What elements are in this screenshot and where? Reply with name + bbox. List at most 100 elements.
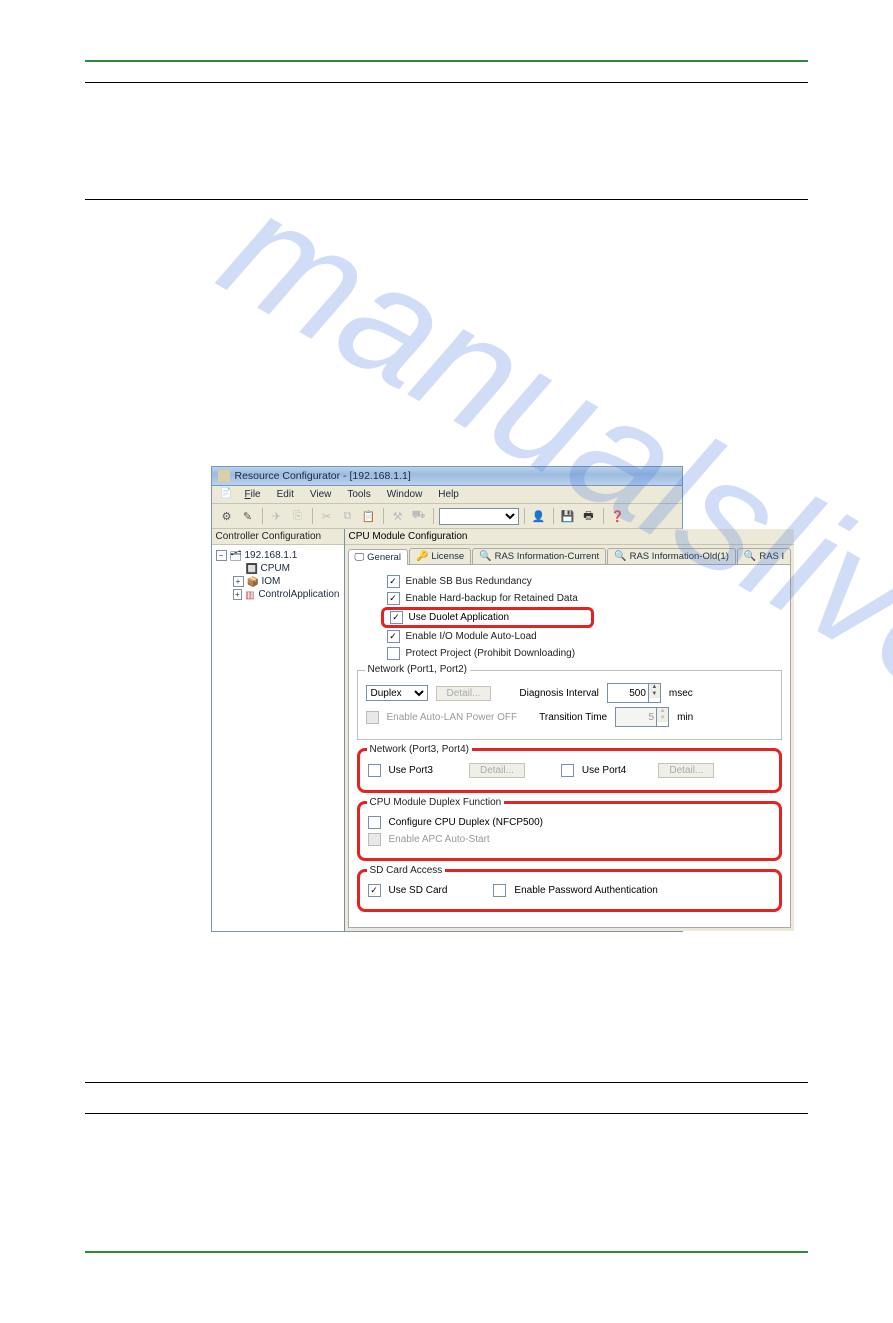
toolbar-sep-2 bbox=[312, 508, 313, 524]
tab-ras-current-label: RAS Information-Current bbox=[495, 551, 600, 562]
right-pane-title: CPU Module Configuration bbox=[345, 529, 795, 545]
doc-icon: 📄 bbox=[220, 488, 232, 500]
chk-apc-autostart bbox=[368, 833, 381, 846]
workarea: Controller Configuration − 🗂 192.168.1.1… bbox=[212, 529, 682, 931]
lbl-enable-io-autoload: Enable I/O Module Auto-Load bbox=[406, 631, 537, 642]
print-icon[interactable]: 🖶 bbox=[580, 507, 598, 525]
lbl-configure-cpu-duplex: Configure CPU Duplex (NFCP500) bbox=[389, 817, 544, 828]
lbl-protect-project: Protect Project (Prohibit Downloading) bbox=[406, 648, 576, 659]
left-pane: Controller Configuration − 🗂 192.168.1.1… bbox=[212, 529, 345, 931]
btn-detail-port3[interactable]: Detail... bbox=[469, 763, 525, 778]
chk-configure-cpu-duplex[interactable] bbox=[368, 816, 381, 829]
input-diag-interval[interactable] bbox=[607, 683, 649, 703]
section-rule-1 bbox=[85, 82, 808, 83]
chk-use-sd-card[interactable] bbox=[368, 884, 381, 897]
iom-icon: 📦 bbox=[247, 577, 259, 587]
resource-configurator-window: Resource Configurator - [192.168.1.1] 📄 … bbox=[211, 466, 683, 932]
tab-ras-trunc[interactable]: 🔍 RAS I bbox=[737, 548, 791, 564]
tabstrip: 🖵 General 🔑 License 🔍 RAS Information-Cu… bbox=[345, 545, 795, 564]
chk-use-duolet[interactable] bbox=[390, 611, 403, 624]
chk-protect-project[interactable] bbox=[387, 647, 400, 660]
note-box bbox=[85, 1082, 808, 1114]
tool-btn-5[interactable]: ⚒ bbox=[389, 507, 407, 525]
toolbar: ⚙ ✎ ✈ ⎘ ✂ ⧉ 📋 ⚒ ⛟ 👤 💾 🖶 ❓ bbox=[212, 504, 682, 529]
btn-detail-net12[interactable]: Detail... bbox=[436, 686, 492, 701]
cut-icon[interactable]: ✂ bbox=[318, 507, 336, 525]
expand-app-icon[interactable]: + bbox=[233, 589, 243, 600]
ras-trunc-icon: 🔍 bbox=[744, 551, 756, 562]
tool-btn-7[interactable]: 👤 bbox=[530, 507, 548, 525]
row-protect-project: Protect Project (Prohibit Downloading) bbox=[357, 645, 783, 662]
tree-cpum[interactable]: 🔲 CPUM bbox=[216, 562, 340, 575]
left-pane-title: Controller Configuration bbox=[212, 529, 344, 545]
window-title: Resource Configurator - [192.168.1.1] bbox=[235, 470, 411, 482]
tab-general-label: General bbox=[367, 552, 401, 563]
legend-network-12: Network (Port1, Port2) bbox=[365, 664, 470, 675]
toolbar-sep-6 bbox=[553, 508, 554, 524]
unit-msec: msec bbox=[669, 688, 693, 699]
controller-icon: 🗂 bbox=[230, 551, 242, 561]
chk-auto-lan-off bbox=[366, 711, 379, 724]
menu-tools[interactable]: Tools bbox=[340, 488, 377, 501]
chk-enable-io-autoload[interactable] bbox=[387, 630, 400, 643]
lbl-use-duolet: Use Duolet Application bbox=[409, 612, 510, 623]
lbl-enable-sb-bus: Enable SB Bus Redundancy bbox=[406, 576, 532, 587]
tab-license[interactable]: 🔑 License bbox=[409, 548, 471, 564]
input-transition-time bbox=[615, 707, 657, 727]
lbl-enable-hard-backup: Enable Hard-backup for Retained Data bbox=[406, 593, 578, 604]
chk-enable-hard-backup[interactable] bbox=[387, 592, 400, 605]
tab-general[interactable]: 🖵 General bbox=[348, 549, 408, 565]
tool-btn-6[interactable]: ⛟ bbox=[410, 507, 428, 525]
tool-btn-1[interactable]: ⚙ bbox=[218, 507, 236, 525]
row-enable-io-autoload: Enable I/O Module Auto-Load bbox=[357, 628, 783, 645]
tree-root[interactable]: − 🗂 192.168.1.1 bbox=[216, 549, 340, 562]
legend-sd-card: SD Card Access bbox=[367, 865, 446, 876]
paste-icon[interactable]: 📋 bbox=[360, 507, 378, 525]
lbl-use-port3: Use Port3 bbox=[389, 765, 433, 776]
app-tree-icon: ▥ bbox=[245, 590, 255, 600]
license-icon: 🔑 bbox=[416, 551, 428, 562]
select-duplex[interactable]: Duplex bbox=[366, 685, 428, 701]
expand-icon[interactable]: − bbox=[216, 550, 227, 561]
row-enable-sb-bus: Enable SB Bus Redundancy bbox=[357, 573, 783, 590]
tree-iom[interactable]: + 📦 IOM bbox=[216, 575, 340, 588]
tree-controlapp[interactable]: + ▥ ControlApplication bbox=[216, 588, 340, 601]
menu-edit[interactable]: Edit bbox=[270, 488, 301, 501]
chk-enable-sb-bus[interactable] bbox=[387, 575, 400, 588]
legend-network-34: Network (Port3, Port4) bbox=[367, 744, 472, 755]
spin-diag-interval[interactable]: ▲▼ bbox=[607, 683, 661, 703]
tool-btn-4[interactable]: ⎘ bbox=[289, 507, 307, 525]
tool-btn-3[interactable]: ✈ bbox=[268, 507, 286, 525]
btn-detail-port4[interactable]: Detail... bbox=[658, 763, 714, 778]
config-tree: − 🗂 192.168.1.1 🔲 CPUM + 📦 IOM bbox=[212, 545, 344, 605]
tree-cpum-label: CPUM bbox=[261, 563, 290, 574]
group-network-34: Network (Port3, Port4) Use Port3 Detail.… bbox=[357, 748, 783, 793]
menu-window[interactable]: Window bbox=[380, 488, 430, 501]
legend-cpu-duplex-fn: CPU Module Duplex Function bbox=[367, 797, 505, 808]
tab-license-label: License bbox=[431, 551, 464, 562]
save-icon[interactable]: 💾 bbox=[559, 507, 577, 525]
tab-ras-current[interactable]: 🔍 RAS Information-Current bbox=[472, 548, 606, 564]
row-use-duolet-highlight: Use Duolet Application bbox=[381, 607, 595, 628]
ras-current-icon: 🔍 bbox=[479, 551, 491, 562]
chk-enable-password-auth[interactable] bbox=[493, 884, 506, 897]
general-icon: 🖵 bbox=[355, 552, 365, 563]
cpu-icon: 🔲 bbox=[246, 564, 258, 574]
toolbar-sep-7 bbox=[603, 508, 604, 524]
chk-use-port3[interactable] bbox=[368, 764, 381, 777]
tab-ras-old1[interactable]: 🔍 RAS Information-Old(1) bbox=[607, 548, 736, 564]
spin-transition-time: ▲▼ bbox=[615, 707, 669, 727]
help-icon[interactable]: ❓ bbox=[609, 507, 627, 525]
copy-icon[interactable]: ⧉ bbox=[339, 507, 357, 525]
menu-file[interactable]: File bbox=[238, 488, 268, 501]
chk-use-port4[interactable] bbox=[561, 764, 574, 777]
lbl-enable-password-auth: Enable Password Authentication bbox=[514, 885, 657, 896]
app-icon bbox=[218, 470, 230, 482]
document-body: Resource Configurator - [192.168.1.1] 📄 … bbox=[85, 82, 808, 1114]
row-enable-hard-backup: Enable Hard-backup for Retained Data bbox=[357, 590, 783, 607]
tool-btn-2[interactable]: ✎ bbox=[239, 507, 257, 525]
menu-help[interactable]: Help bbox=[431, 488, 466, 501]
toolbar-select[interactable] bbox=[439, 508, 519, 525]
menu-view[interactable]: View bbox=[303, 488, 339, 501]
expand-iom-icon[interactable]: + bbox=[233, 576, 244, 587]
